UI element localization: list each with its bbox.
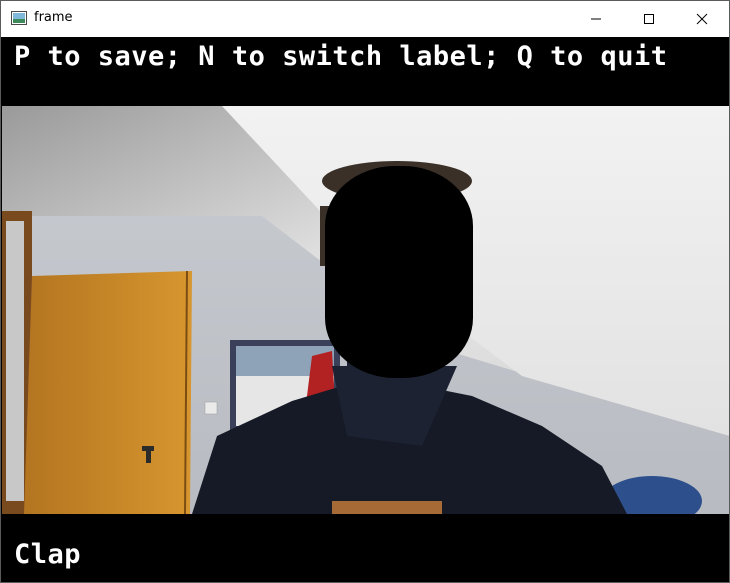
current-label-text: Clap xyxy=(14,539,82,570)
video-frame: P to save; N to switch label; Q to quit … xyxy=(2,37,729,582)
maximize-button[interactable] xyxy=(626,1,672,36)
webcam-image xyxy=(2,106,729,514)
app-window: frame P to save; N to switch label; Q to… xyxy=(0,0,730,583)
label-bar xyxy=(2,514,729,582)
close-icon xyxy=(696,13,708,24)
title-bar[interactable]: frame xyxy=(1,1,729,37)
maximize-icon xyxy=(644,13,654,24)
window-title: frame xyxy=(34,10,73,25)
close-button[interactable] xyxy=(679,1,725,36)
app-icon xyxy=(11,11,27,25)
instructions-text: P to save; N to switch label; Q to quit xyxy=(14,41,668,72)
minimize-button[interactable] xyxy=(573,1,619,36)
minimize-icon xyxy=(591,18,601,19)
